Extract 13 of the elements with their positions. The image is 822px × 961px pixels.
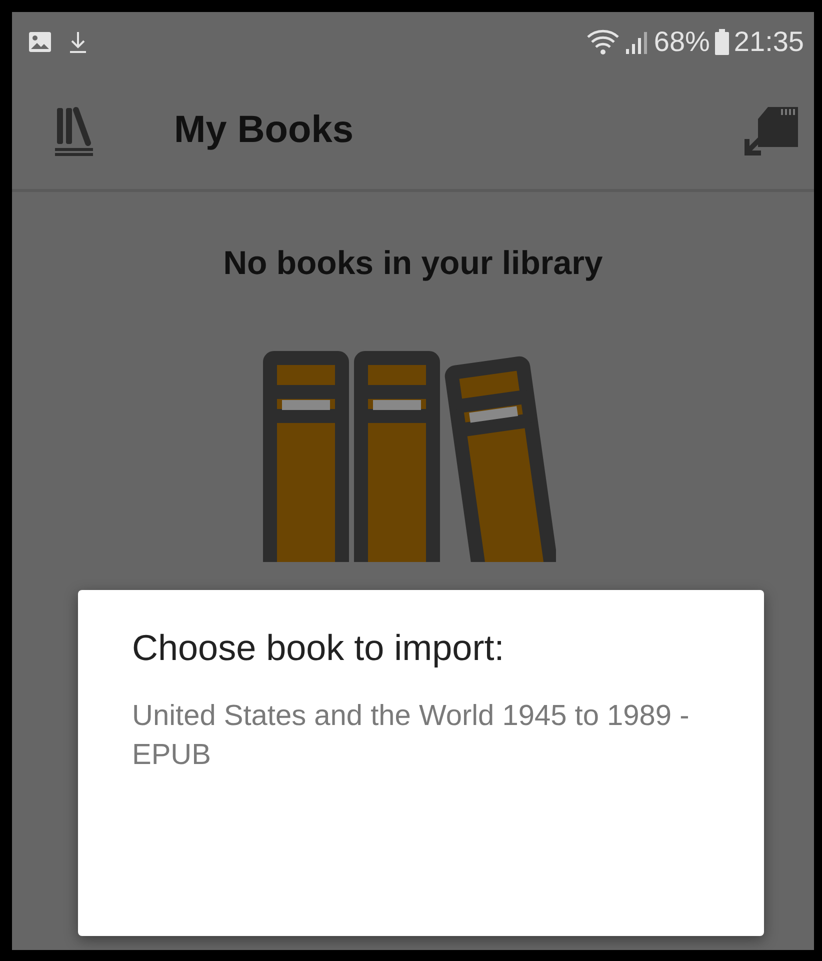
book-option[interactable]: United States and the World 1945 to 1989 - EPUB [132,697,710,776]
clock-time: 21:35 [734,25,804,59]
dialog-title: Choose book to import: [132,626,506,670]
download-icon [68,30,88,54]
wifi-icon [586,28,620,56]
battery-percent: 68% [654,25,710,59]
signal-icon [624,29,650,55]
sd-card-import-icon[interactable] [744,104,800,156]
battery-icon [714,28,730,56]
image-icon [28,31,52,53]
app-title: My Books [174,108,354,153]
library-icon[interactable] [54,106,94,156]
empty-library-message: No books in your library [222,243,604,283]
